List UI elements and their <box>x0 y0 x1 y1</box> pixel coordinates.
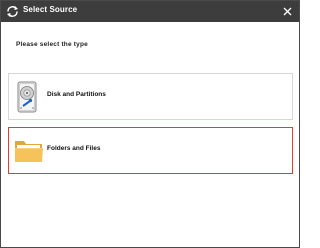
prompt-text: Please select the type <box>16 41 88 48</box>
option-disk-and-partitions[interactable]: Disk and Partitions <box>8 73 293 120</box>
close-icon <box>283 7 291 15</box>
select-source-dialog: Select Source Please select the type Dis… <box>0 0 300 248</box>
option-folders-and-files[interactable]: Folders and Files <box>8 127 293 174</box>
title-bar: Select Source <box>1 1 299 22</box>
option-label-folder: Folders and Files <box>47 145 101 152</box>
folder-icon <box>14 138 44 164</box>
hard-disk-icon <box>17 81 37 113</box>
dialog-title: Select Source <box>23 5 78 14</box>
option-label-disk: Disk and Partitions <box>47 91 106 98</box>
close-button[interactable] <box>279 3 295 19</box>
backup-arrows-icon <box>6 5 19 18</box>
